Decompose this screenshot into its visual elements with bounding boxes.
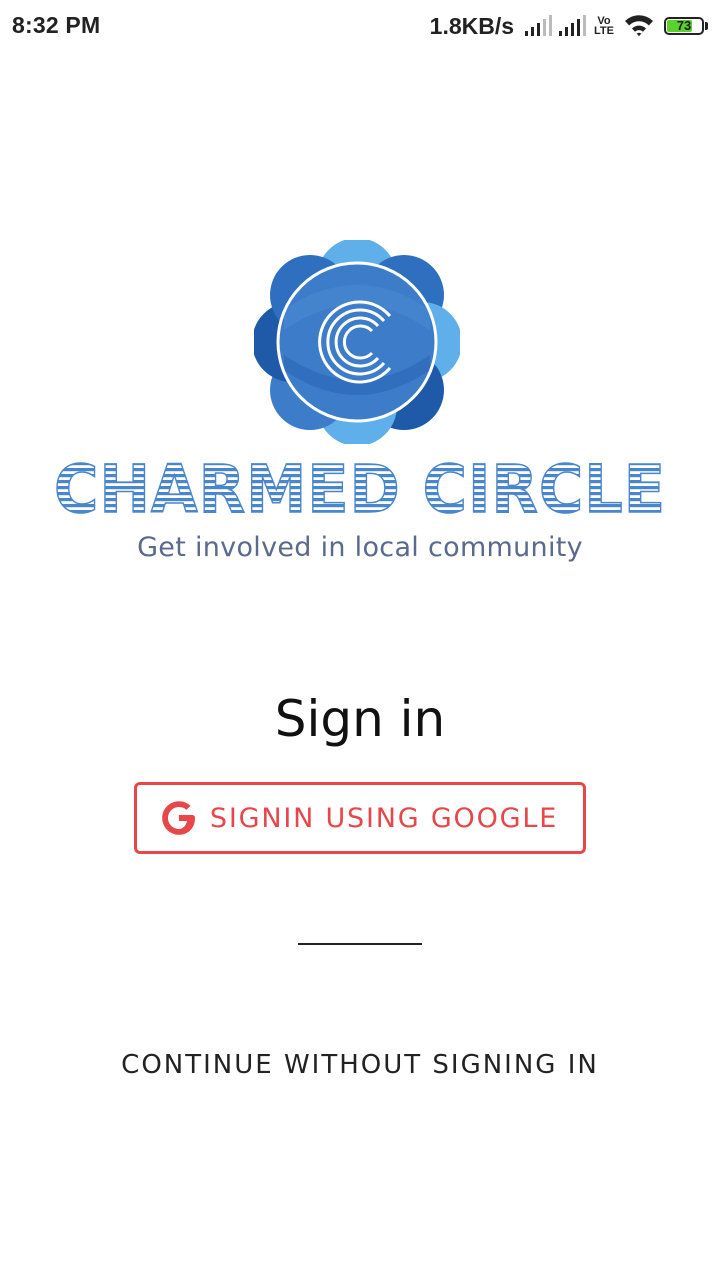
wordmark-text: CHARMED CIRCLE [54, 456, 666, 518]
logo-emblem-icon [254, 240, 460, 444]
battery-level: 73 [676, 18, 692, 33]
status-time: 8:32 PM [12, 12, 101, 38]
wifi-icon [625, 15, 653, 36]
network-speed: 1.8KB/s [429, 12, 515, 39]
signal-icon [559, 15, 587, 36]
google-signin-button[interactable]: SIGNIN USING GOOGLE [134, 782, 586, 854]
battery-tip [705, 22, 708, 30]
google-icon [162, 801, 195, 835]
signal-icon [525, 15, 553, 36]
page-title: Sign in [274, 690, 446, 748]
battery-icon: 73 [664, 17, 708, 35]
google-button-label: SIGNIN USING GOOGLE [209, 802, 559, 834]
volte-bottom-label: LTE [594, 25, 614, 37]
tagline: Get involved in local community [137, 532, 583, 563]
continue-without-signing-in-button[interactable]: CONTINUE WITHOUT SIGNING IN [0, 1050, 720, 1080]
status-bar: 8:32 PM 1.8KB/s Vo LTE 73 [0, 0, 720, 52]
status-icons: 1.8KB/s Vo LTE 73 [430, 10, 708, 42]
volte-icon: Vo LTE [594, 16, 614, 37]
divider [298, 943, 422, 945]
logo-wordmark: CHARMED CIRCLE [53, 456, 666, 518]
sign-in-screen: 8:32 PM 1.8KB/s Vo LTE 73 CHARMED CIRCLE… [0, 0, 720, 1280]
battery-body: 73 [664, 17, 704, 35]
